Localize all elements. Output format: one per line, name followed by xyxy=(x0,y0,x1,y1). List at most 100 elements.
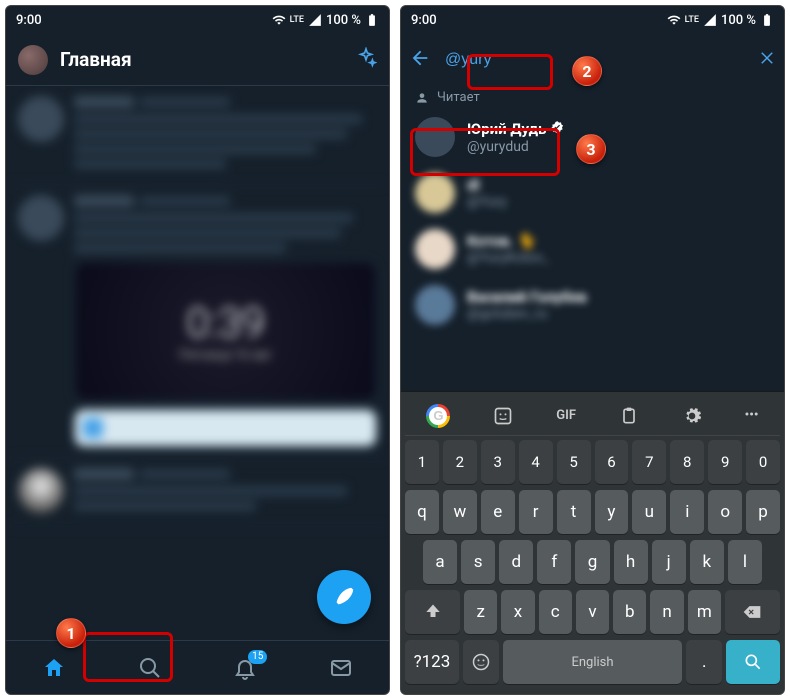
result-name: Котов. xyxy=(467,232,513,250)
mail-icon xyxy=(329,656,353,680)
section-label: Читает xyxy=(437,90,480,105)
result-avatar xyxy=(415,117,455,157)
key-m[interactable]: m xyxy=(688,590,721,634)
key-u[interactable]: u xyxy=(632,490,666,534)
back-button[interactable] xyxy=(409,47,431,73)
keyboard[interactable]: G GIF ••• 1234567890 qwertyuiop asdfghjk… xyxy=(401,391,784,694)
key-d[interactable]: d xyxy=(499,540,533,584)
person-icon xyxy=(415,91,429,105)
verified-icon xyxy=(550,120,565,139)
wifi-icon xyxy=(667,13,681,27)
nav-messages[interactable] xyxy=(311,648,371,688)
compose-fab[interactable] xyxy=(317,570,371,624)
nav-home[interactable] xyxy=(24,648,84,688)
emoji-key[interactable] xyxy=(463,640,499,684)
key-4[interactable]: 4 xyxy=(519,440,553,484)
status-battery: 100 % xyxy=(721,13,756,28)
key-q[interactable]: q xyxy=(405,490,439,534)
key-z[interactable]: z xyxy=(464,590,497,634)
key-c[interactable]: c xyxy=(539,590,572,634)
key-o[interactable]: o xyxy=(708,490,742,534)
status-time: 9:00 xyxy=(411,13,437,28)
clipboard-icon[interactable] xyxy=(619,406,639,426)
search-result-0[interactable]: Юрий Дудь @yurydud xyxy=(401,109,784,165)
more-icon[interactable]: ••• xyxy=(745,408,759,423)
key-k[interactable]: k xyxy=(690,540,724,584)
search-key[interactable] xyxy=(726,640,780,684)
key-g[interactable]: g xyxy=(575,540,609,584)
key-6[interactable]: 6 xyxy=(595,440,629,484)
key-j[interactable]: j xyxy=(652,540,686,584)
sticker-icon[interactable] xyxy=(493,406,513,426)
key-y[interactable]: y xyxy=(595,490,629,534)
shift-key[interactable] xyxy=(405,590,460,634)
sparkle-button[interactable] xyxy=(355,47,377,73)
key-f[interactable]: f xyxy=(537,540,571,584)
search-result-1[interactable]: dl@Yury xyxy=(401,165,784,221)
clear-search-button[interactable] xyxy=(758,49,776,71)
status-bar: 9:00 LTE 100 % xyxy=(6,6,389,34)
key-s[interactable]: s xyxy=(461,540,495,584)
battery-icon xyxy=(365,13,379,27)
smile-icon xyxy=(471,652,491,672)
status-net: LTE xyxy=(685,15,699,25)
result-handle: @yurydud xyxy=(467,139,770,155)
feather-icon xyxy=(333,586,355,608)
profile-avatar[interactable] xyxy=(18,45,48,75)
status-time: 9:00 xyxy=(16,13,42,28)
key-5[interactable]: 5 xyxy=(557,440,591,484)
key-3[interactable]: 3 xyxy=(481,440,515,484)
key-w[interactable]: w xyxy=(443,490,477,534)
result-handle: @YuryKotov_ xyxy=(467,250,770,266)
key-7[interactable]: 7 xyxy=(632,440,666,484)
status-bar: 9:00 LTE 100 % xyxy=(401,6,784,34)
search-icon xyxy=(743,652,763,672)
key-a[interactable]: a xyxy=(423,540,457,584)
gif-button[interactable]: GIF xyxy=(556,408,576,423)
key-h[interactable]: h xyxy=(614,540,648,584)
signal-icon xyxy=(308,13,322,27)
quote-card[interactable] xyxy=(74,409,377,447)
search-input[interactable] xyxy=(439,47,750,73)
search-result-3[interactable]: Василий Голубев@golubev_ru xyxy=(401,277,784,333)
spacebar-key[interactable]: English xyxy=(503,640,683,684)
key-1[interactable]: 1 xyxy=(405,440,439,484)
key-b[interactable]: b xyxy=(613,590,646,634)
key-2[interactable]: 2 xyxy=(443,440,477,484)
key-x[interactable]: x xyxy=(501,590,534,634)
wifi-icon xyxy=(272,13,286,27)
key-0[interactable]: 0 xyxy=(746,440,780,484)
gear-icon[interactable] xyxy=(682,406,702,426)
close-icon xyxy=(758,49,776,67)
phone-left: 9:00 LTE 100 % Главная 0:39 Пятница 16 а… xyxy=(5,5,390,695)
key-e[interactable]: e xyxy=(481,490,515,534)
section-following: Читает xyxy=(401,86,784,109)
home-topbar: Главная xyxy=(6,34,389,86)
backspace-key[interactable] xyxy=(725,590,780,634)
key-t[interactable]: t xyxy=(557,490,591,534)
arrow-left-icon xyxy=(409,47,431,69)
status-battery: 100 % xyxy=(326,13,361,28)
key-l[interactable]: l xyxy=(728,540,762,584)
search-icon xyxy=(138,656,162,680)
key-i[interactable]: i xyxy=(670,490,704,534)
period-key[interactable]: . xyxy=(686,640,722,684)
google-icon[interactable]: G xyxy=(426,404,450,428)
key-r[interactable]: r xyxy=(519,490,553,534)
key-n[interactable]: n xyxy=(650,590,683,634)
key-8[interactable]: 8 xyxy=(670,440,704,484)
nav-search[interactable] xyxy=(120,648,180,688)
search-topbar xyxy=(401,34,784,86)
home-icon xyxy=(42,656,66,680)
battery-icon xyxy=(760,13,774,27)
key-v[interactable]: v xyxy=(576,590,609,634)
nav-notifications[interactable]: 15 xyxy=(215,648,275,688)
phone-right: 9:00 LTE 100 % Читает Юрий Дудь @yurydud… xyxy=(400,5,785,695)
key-9[interactable]: 9 xyxy=(708,440,742,484)
search-result-2[interactable]: Котов. 🐈@YuryKotov_ xyxy=(401,221,784,277)
page-title: Главная xyxy=(60,48,343,71)
symbols-key[interactable]: ?123 xyxy=(405,640,459,684)
key-p[interactable]: p xyxy=(746,490,780,534)
timeline-feed[interactable]: 0:39 Пятница 16 авг xyxy=(6,86,389,640)
notification-badge: 15 xyxy=(248,650,267,664)
